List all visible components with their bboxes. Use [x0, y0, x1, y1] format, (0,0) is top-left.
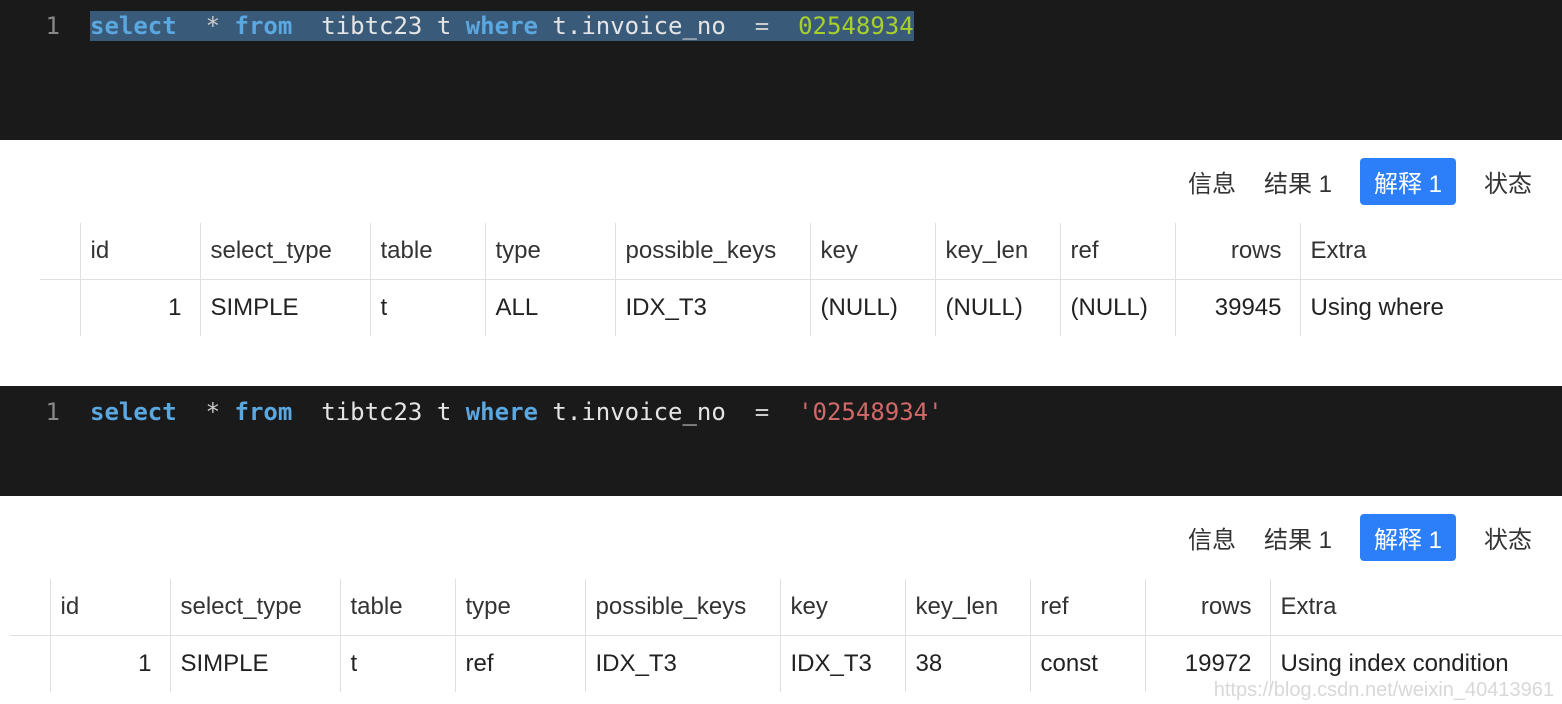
col-header-select_type[interactable]: select_type: [200, 223, 370, 280]
sql-token: tibtc23 t: [321, 11, 451, 41]
tab-0[interactable]: 信息: [1188, 520, 1236, 555]
row-handle[interactable]: [40, 280, 80, 337]
sql-code-line[interactable]: select * from tibtc23 t where t.invoice_…: [90, 8, 914, 44]
col-header-key[interactable]: key: [780, 579, 905, 636]
sql-editor[interactable]: 1select * from tibtc23 t where t.invoice…: [0, 0, 1562, 140]
tab-3[interactable]: 状态: [1484, 520, 1532, 555]
sql-token: *: [206, 11, 220, 41]
sql-code-line[interactable]: select * from tibtc23 t where t.invoice_…: [90, 394, 943, 430]
col-header-type[interactable]: type: [485, 223, 615, 280]
explain-result-table[interactable]: idselect_typetabletypepossible_keyskeyke…: [40, 223, 1562, 336]
result-tabs: 信息结果 1 解释 1 状态: [0, 496, 1562, 579]
sql-token: t.invoice_no: [552, 11, 725, 41]
sql-token: [726, 11, 755, 41]
tab-1[interactable]: 结果 1: [1264, 520, 1332, 555]
tab-2[interactable]: 解释 1: [1360, 158, 1456, 205]
sql-token: [769, 11, 798, 41]
cell-select_type[interactable]: SIMPLE: [170, 636, 340, 693]
sql-token: select: [90, 11, 177, 41]
sql-token: from: [235, 398, 293, 426]
col-header-ref[interactable]: ref: [1030, 579, 1145, 636]
query-panel-1: 1select * from tibtc23 t where t.invoice…: [0, 386, 1562, 692]
tab-3[interactable]: 状态: [1484, 164, 1532, 199]
col-header-id[interactable]: id: [80, 223, 200, 280]
col-header-table[interactable]: table: [340, 579, 455, 636]
cell-key[interactable]: IDX_T3: [780, 636, 905, 693]
col-header-Extra[interactable]: Extra: [1300, 223, 1562, 280]
sql-token: [220, 11, 234, 41]
col-header-rows[interactable]: rows: [1145, 579, 1270, 636]
col-header-key_len[interactable]: key_len: [935, 223, 1060, 280]
result-tabs: 信息结果 1 解释 1 状态: [0, 140, 1562, 223]
tab-2[interactable]: 解释 1: [1360, 514, 1456, 561]
table-row[interactable]: 1SIMPLEtALLIDX_T3(NULL)(NULL)(NULL)39945…: [40, 280, 1562, 337]
sql-token: t.invoice_no: [552, 398, 725, 426]
sql-token: [292, 398, 321, 426]
cell-key[interactable]: (NULL): [810, 280, 935, 337]
row-handle[interactable]: [10, 636, 50, 693]
sql-token: [220, 398, 234, 426]
sql-token: [538, 398, 552, 426]
sql-token: [769, 398, 798, 426]
col-header-key[interactable]: key: [810, 223, 935, 280]
col-header-ref[interactable]: ref: [1060, 223, 1175, 280]
sql-token: *: [206, 398, 220, 426]
cell-type[interactable]: ref: [455, 636, 585, 693]
col-header-type[interactable]: type: [455, 579, 585, 636]
sql-token: [726, 398, 755, 426]
sql-token: [451, 11, 465, 41]
row-handle-header: [40, 223, 80, 280]
sql-token: where: [466, 11, 538, 41]
sql-token: 02548934: [798, 11, 914, 41]
line-number: 1: [0, 394, 90, 430]
sql-token: [451, 398, 465, 426]
sql-token: tibtc23 t: [321, 398, 451, 426]
sql-token: =: [755, 11, 769, 41]
sql-editor[interactable]: 1select * from tibtc23 t where t.invoice…: [0, 386, 1562, 496]
tab-1[interactable]: 结果 1: [1264, 164, 1332, 199]
col-header-rows[interactable]: rows: [1175, 223, 1300, 280]
cell-possible_keys[interactable]: IDX_T3: [615, 280, 810, 337]
sql-token: [177, 11, 206, 41]
sql-token: [292, 11, 321, 41]
cell-possible_keys[interactable]: IDX_T3: [585, 636, 780, 693]
cell-id[interactable]: 1: [50, 636, 170, 693]
cell-key_len[interactable]: (NULL): [935, 280, 1060, 337]
cell-select_type[interactable]: SIMPLE: [200, 280, 370, 337]
col-header-select_type[interactable]: select_type: [170, 579, 340, 636]
row-handle-header: [10, 579, 50, 636]
sql-token: =: [755, 398, 769, 426]
cell-extra[interactable]: Using where: [1300, 280, 1562, 337]
col-header-possible_keys[interactable]: possible_keys: [615, 223, 810, 280]
sql-token: from: [235, 11, 293, 41]
cell-type[interactable]: ALL: [485, 280, 615, 337]
cell-key_len[interactable]: 38: [905, 636, 1030, 693]
cell-rows[interactable]: 39945: [1175, 280, 1300, 337]
sql-token: select: [90, 398, 177, 426]
col-header-possible_keys[interactable]: possible_keys: [585, 579, 780, 636]
explain-result-table[interactable]: idselect_typetabletypepossible_keyskeyke…: [10, 579, 1562, 692]
sql-token: '02548934': [798, 398, 943, 426]
sql-token: [538, 11, 552, 41]
tab-0[interactable]: 信息: [1188, 164, 1236, 199]
cell-table[interactable]: t: [370, 280, 485, 337]
cell-id[interactable]: 1: [80, 280, 200, 337]
watermark-text: https://blog.csdn.net/weixin_40413961: [1214, 679, 1554, 702]
col-header-table[interactable]: table: [370, 223, 485, 280]
cell-ref[interactable]: (NULL): [1060, 280, 1175, 337]
sql-token: where: [466, 398, 538, 426]
col-header-key_len[interactable]: key_len: [905, 579, 1030, 636]
col-header-id[interactable]: id: [50, 579, 170, 636]
line-number: 1: [0, 8, 90, 44]
query-panel-0: 1select * from tibtc23 t where t.invoice…: [0, 0, 1562, 336]
col-header-Extra[interactable]: Extra: [1270, 579, 1562, 636]
sql-token: [177, 398, 206, 426]
cell-ref[interactable]: const: [1030, 636, 1145, 693]
cell-table[interactable]: t: [340, 636, 455, 693]
